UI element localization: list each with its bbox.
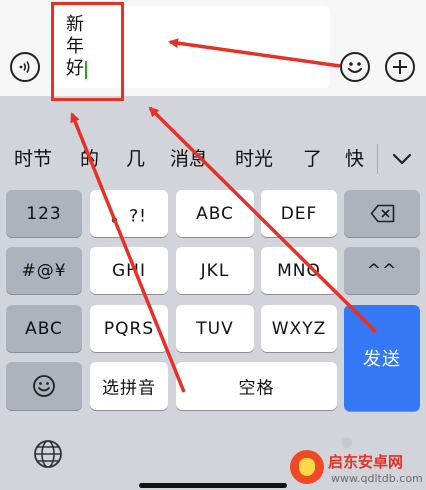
key-label: TUV [196, 318, 234, 339]
key-label: ABC [196, 203, 234, 224]
key-label: DEF [280, 203, 318, 224]
key-space[interactable]: 空格 [176, 362, 337, 410]
key-jkl[interactable]: JKL [176, 247, 254, 294]
candidate-item[interactable]: 时光 [235, 136, 273, 182]
key-pqrs[interactable]: PQRS [90, 305, 168, 352]
backspace-icon [370, 204, 395, 223]
key-select-pinyin[interactable]: 选拼音 [90, 362, 168, 410]
key-label: 发送 [363, 349, 401, 370]
key-emoticon[interactable]: ^^ [344, 247, 420, 294]
key-label: 选拼音 [102, 378, 156, 399]
watermark-title: 启东安卓网 [328, 453, 404, 471]
key-def[interactable]: DEF [261, 190, 337, 237]
key-abc[interactable]: ABC [176, 190, 254, 237]
key-label: 空格 [238, 378, 275, 399]
home-indicator [139, 483, 287, 488]
key-label: PQRS [103, 318, 155, 339]
key-punctuation[interactable]: 。?! [90, 190, 168, 237]
emoji-button[interactable] [340, 52, 370, 82]
site-watermark: 启东安卓网 www.qdltdb.com [286, 448, 426, 488]
candidate-item[interactable]: 的 [80, 136, 99, 182]
key-emoji[interactable] [6, 362, 82, 410]
key-label: JKL [200, 260, 230, 281]
key-label: WXYZ [271, 318, 327, 339]
key-label: MNO [277, 260, 321, 281]
key-mno[interactable]: MNO [261, 247, 337, 294]
key-wxyz[interactable]: WXYZ [261, 305, 337, 352]
plus-icon [393, 60, 407, 74]
smiley-icon [348, 62, 362, 73]
annotation-highlight-box [51, 2, 124, 101]
chevron-down-icon [392, 153, 412, 165]
key-label: #@¥ [21, 260, 67, 281]
candidate-item[interactable]: 了 [303, 136, 322, 182]
key-label: ^^ [366, 260, 398, 281]
key-label: 123 [26, 203, 62, 224]
more-actions-button[interactable] [385, 52, 415, 82]
switch-keyboard-button[interactable] [32, 438, 64, 470]
key-ghi[interactable]: GHI [90, 247, 168, 294]
globe-icon [34, 440, 62, 468]
send-button[interactable]: 发送 [344, 305, 420, 411]
candidate-item[interactable]: 时节 [14, 136, 52, 182]
key-abc-mode[interactable]: ABC [6, 305, 82, 352]
key-label: ABC [25, 318, 63, 339]
candidate-item[interactable]: 快 [345, 136, 364, 182]
key-label: 。?! [111, 206, 147, 226]
candidate-divider [377, 144, 378, 174]
watermark-logo-icon [290, 450, 324, 484]
voice-icon [19, 61, 30, 73]
collapse-candidates-button[interactable] [388, 144, 416, 174]
smiley-icon [33, 375, 55, 397]
key-label: GHI [112, 260, 146, 281]
key-backspace[interactable] [344, 190, 420, 237]
candidate-item[interactable]: 几 [126, 136, 145, 182]
microphone-icon[interactable] [342, 438, 352, 448]
voice-input-button[interactable] [10, 52, 40, 82]
candidate-bar: 时节 的 几 消息 时光 了 快 [0, 136, 426, 182]
candidate-item[interactable]: 消息 [170, 136, 208, 182]
key-123[interactable]: 123 [6, 190, 82, 237]
key-symbols[interactable]: #@¥ [6, 247, 82, 294]
watermark-url: www.qdltdb.com [331, 472, 423, 485]
key-tuv[interactable]: TUV [176, 305, 254, 352]
